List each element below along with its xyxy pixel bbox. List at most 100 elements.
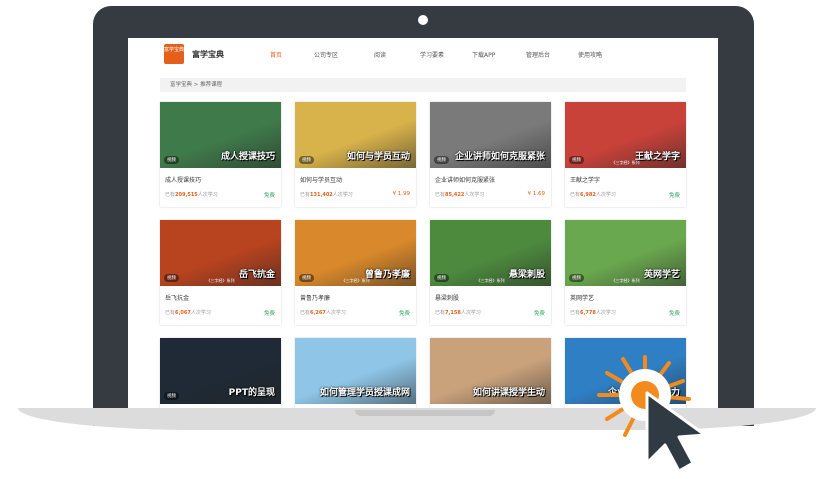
course-thumbnail[interactable]: 英网学艺 《三字经》系列 视频 [565,220,686,286]
learner-count-prefix: 已有 [300,192,311,198]
video-tag: 视频 [164,156,179,164]
webcam-icon [418,15,428,25]
course-price: ¥ 1.99 [392,191,411,197]
learner-count-number: 7,158 [445,310,461,316]
course-price: 免费 [398,311,410,317]
course-thumbnail[interactable]: 如何管理学员授课成网 [295,338,416,404]
thumbnail-title: 如何管理学员授课成网 [319,388,410,398]
learner-count-number: 6,067 [175,310,191,316]
course-title[interactable]: 英网学艺 [570,293,594,302]
learner-count-suffix: 人次学习 [332,192,353,198]
site-logo[interactable]: 富学宝典 [164,44,184,64]
video-tag: 视频 [569,156,584,164]
course-card[interactable]: 岳飞抗金 《三字经》系列 视频岳飞抗金已有6,067人次学习 免费 [160,220,281,325]
learner-count-suffix: 人次学习 [325,310,346,316]
course-price: 免费 [263,193,275,199]
course-title[interactable]: 王献之学字 [570,175,600,184]
nav-item-reading[interactable]: 阅读 [374,50,386,59]
course-card[interactable]: 王献之学字 《三字经》系列 视频王献之学字已有6,982人次学习 免费 [565,102,686,207]
course-card[interactable]: 曾鲁乃孝廉 《三字经》系列 视频曾鲁乃孝廉已有6,267人次学习 免费 [295,220,416,325]
learner-count-suffix: 人次学习 [460,310,481,316]
learner-count-number: 6,982 [580,192,596,198]
video-tag: 视频 [164,392,179,400]
laptop-base-notch [355,410,495,416]
nav-item-guide[interactable]: 使用攻略 [578,50,602,59]
course-card[interactable]: 英网学艺 《三字经》系列 视频英网学艺已有6,778人次学习 免费 [565,220,686,325]
learner-count: 已有209,515人次学习 [165,191,218,198]
learner-count-prefix: 已有 [570,192,581,198]
video-tag: 视频 [164,274,179,282]
course-title[interactable]: 悬梁刺股 [435,293,459,302]
learner-count: 已有6,778人次学习 [570,309,616,316]
course-thumbnail[interactable]: 岳飞抗金 《三字经》系列 视频 [160,220,281,286]
learner-count: 已有131,402人次学习 [300,191,353,198]
course-card[interactable]: 如何讲课授学生动 [430,338,551,416]
learner-count-suffix: 人次学习 [190,310,211,316]
course-card[interactable]: 成人授课技巧 视频 成人授课技巧 已有209,515人次学习 免费 [160,102,281,207]
nav-item-learning[interactable]: 学习要素 [420,50,444,59]
nav-item-company[interactable]: 公司专区 [314,50,338,59]
nav-item-home[interactable]: 首页 [270,50,282,59]
thumbnail-title: 企业讲师如何克服紧张 [454,152,545,162]
course-price: ¥ 1.69 [527,191,546,197]
course-title[interactable]: 如何与学员互动 [300,175,342,184]
thumbnail-title: 成人授课技巧 [220,152,275,162]
course-thumbnail[interactable]: 如何与学员互动 视频 [295,102,416,168]
course-title[interactable]: 曾鲁乃孝廉 [300,293,330,302]
course-price: 免费 [668,193,680,199]
site-name[interactable]: 富学宝典 [192,49,224,60]
learner-count: 已有7,158人次学习 [435,309,481,316]
learner-count-prefix: 已有 [300,310,311,316]
course-title[interactable]: 企业讲师如何克服紧张 [435,175,495,184]
thumbnail-title: 如何与学员互动 [346,152,410,162]
course-thumbnail[interactable]: 企业讲师如何克服紧张 视频 [430,102,551,168]
video-tag: 视频 [299,274,314,282]
mouse-pointer-icon [645,391,707,473]
learner-count-number: 85,422 [445,192,465,198]
course-price: 免费 [668,311,680,317]
course-card[interactable]: 企业讲师如何克服紧张 视频 企业讲师如何克服紧张 已有85,422人次学习 ¥ 1.69 [430,102,551,207]
thumbnail-title: 如何讲课授学生动 [472,388,545,398]
learner-count-prefix: 已有 [165,192,176,198]
click-cursor-icon [585,335,745,475]
course-thumbnail[interactable]: 成人授课技巧 视频 [160,102,281,168]
learner-count-prefix: 已有 [165,310,176,316]
learner-count-number: 131,402 [310,192,333,198]
course-card[interactable]: 如何与学员互动 视频 如何与学员互动 已有131,402人次学习 ¥ 1.99 [295,102,416,207]
course-card[interactable]: 悬梁刺股 《三字经》系列 视频悬梁刺股已有7,158人次学习 免费 [430,220,551,325]
learner-count-number: 6,267 [310,310,326,316]
course-title[interactable]: 成人授课技巧 [165,175,201,184]
nav-item-admin[interactable]: 管理后台 [526,50,550,59]
learner-count-prefix: 已有 [570,310,581,316]
course-thumbnail[interactable]: PPT的呈现 视频 [160,338,281,404]
learner-count: 已有6,982人次学习 [570,191,616,198]
learner-count: 已有85,422人次学习 [435,191,484,198]
video-tag: 视频 [434,156,449,164]
learner-count-prefix: 已有 [435,192,446,198]
learner-count-suffix: 人次学习 [595,310,616,316]
learner-count-number: 6,778 [580,310,596,316]
top-navigation: 富学宝典 富学宝典 首页 公司专区 阅读 学习要素 下载APP 管理后台 使用攻… [128,38,718,70]
course-price: 免费 [533,311,545,317]
video-tag: 视频 [569,274,584,282]
course-thumbnail[interactable]: 悬梁刺股 《三字经》系列 视频 [430,220,551,286]
thumbnail-title: PPT的呈现 [228,388,275,398]
course-title[interactable]: 岳飞抗金 [165,293,189,302]
breadcrumb: 富学宝典 > 推荐课程 [160,78,686,92]
course-thumbnail[interactable]: 如何讲课授学生动 [430,338,551,404]
nav-item-download-app[interactable]: 下载APP [472,50,495,59]
course-price: 免费 [263,311,275,317]
video-tag: 视频 [299,156,314,164]
course-card[interactable]: PPT的呈现 视频 [160,338,281,416]
learner-count: 已有6,267人次学习 [300,309,346,316]
course-thumbnail[interactable]: 王献之学字 《三字经》系列 视频 [565,102,686,168]
learner-count-number: 209,515 [175,192,198,198]
site-logo-text: 富学宝典 [164,47,185,53]
course-thumbnail[interactable]: 曾鲁乃孝廉 《三字经》系列 视频 [295,220,416,286]
learner-count-prefix: 已有 [435,310,446,316]
learner-count-suffix: 人次学习 [197,192,218,198]
video-tag: 视频 [434,274,449,282]
learner-count-suffix: 人次学习 [595,192,616,198]
course-card[interactable]: 如何管理学员授课成网 [295,338,416,416]
learner-count-suffix: 人次学习 [464,192,485,198]
